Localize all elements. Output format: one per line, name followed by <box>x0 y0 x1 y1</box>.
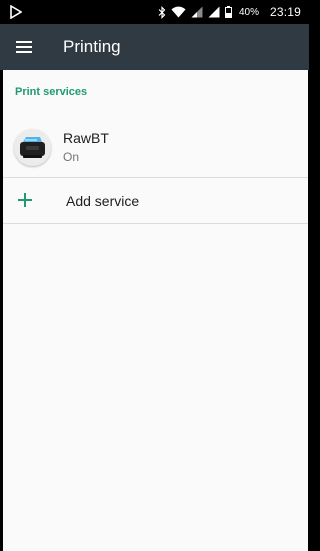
add-service-button[interactable]: Add service <box>3 177 308 223</box>
service-name: RawBT <box>63 130 109 146</box>
service-item-rawbt[interactable]: RawBT On <box>3 117 308 177</box>
plus-icon <box>18 193 32 207</box>
wifi-icon <box>171 6 186 18</box>
status-icons: 40% 23:19 <box>158 0 301 24</box>
screen: 40% 23:19 Printing Print services RawBT … <box>0 0 309 551</box>
signal-icon <box>208 6 220 18</box>
clock: 23:19 <box>269 5 301 19</box>
hamburger-menu-icon[interactable] <box>14 39 34 55</box>
signal-icon <box>191 6 203 18</box>
content-area: Print services RawBT On Add service <box>3 70 308 551</box>
add-service-label: Add service <box>66 193 140 209</box>
divider <box>3 223 308 224</box>
printer-app-icon <box>14 129 51 166</box>
service-status: On <box>63 150 80 164</box>
battery-icon <box>224 6 232 18</box>
battery-percent: 40% <box>238 6 259 18</box>
page-title: Printing <box>63 37 121 56</box>
app-bar: Printing <box>0 24 309 70</box>
status-bar: 40% 23:19 <box>0 0 309 24</box>
bluetooth-icon <box>158 5 166 19</box>
section-header-print-services: Print services <box>15 86 88 98</box>
play-store-notification-icon <box>10 5 22 19</box>
